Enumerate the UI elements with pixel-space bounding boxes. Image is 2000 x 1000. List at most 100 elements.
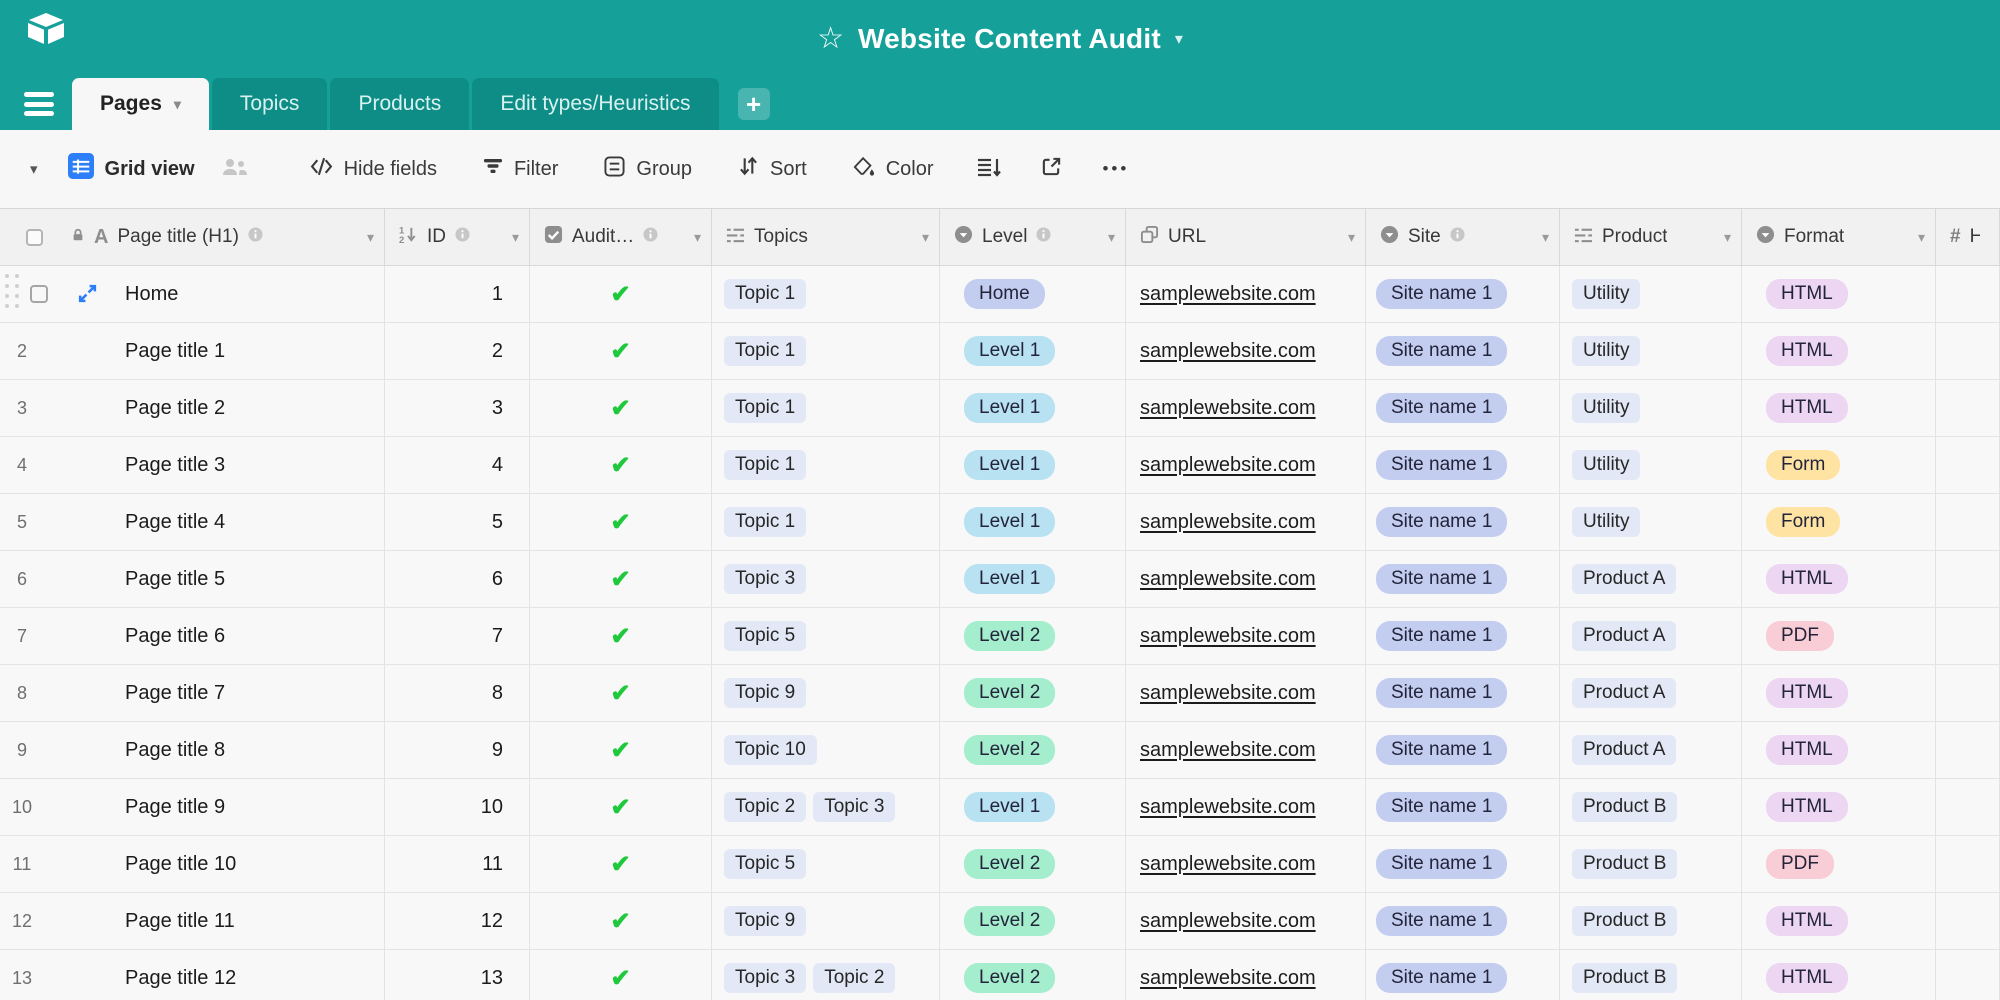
cell-topics[interactable]: Topic 9 [712,665,940,721]
cell-site[interactable]: Site name 1 [1366,323,1560,379]
cell-format[interactable]: HTML [1742,893,1936,949]
base-title[interactable]: Website Content Audit [858,23,1161,55]
cell-h[interactable] [1936,722,2000,778]
cell-audit[interactable]: ✔ [530,380,712,436]
cell-h[interactable] [1936,950,2000,1000]
cell-id[interactable]: 13 [385,950,530,1000]
cell-id[interactable]: 6 [385,551,530,607]
url-link[interactable]: samplewebsite.com [1140,853,1316,876]
cell-url[interactable]: samplewebsite.com [1126,779,1366,835]
cell-format[interactable]: HTML [1742,722,1936,778]
cell-title[interactable]: Page title 1 [57,323,385,379]
cell-id[interactable]: 11 [385,836,530,892]
cell-h[interactable] [1936,665,2000,721]
cell-title[interactable]: Page title 6 [57,608,385,664]
column-menu-caret-icon[interactable]: ▾ [1724,229,1731,246]
cell-h[interactable] [1936,779,2000,835]
cell-audit[interactable]: ✔ [530,665,712,721]
cell-level[interactable]: Level 1 [940,551,1126,607]
cell-title[interactable]: Page title 12 [57,950,385,1000]
color-button[interactable]: Color [853,156,933,183]
cell-h[interactable] [1936,323,2000,379]
grid-view-button[interactable]: Grid view [67,153,195,185]
cell-audit[interactable]: ✔ [530,551,712,607]
column-header-topics[interactable]: Topics ▾ [712,209,940,265]
cell-id[interactable]: 10 [385,779,530,835]
cell-level[interactable]: Level 2 [940,608,1126,664]
cell-audit[interactable]: ✔ [530,893,712,949]
cell-site[interactable]: Site name 1 [1366,380,1560,436]
cell-id[interactable]: 7 [385,608,530,664]
cell-product[interactable]: Utility [1560,494,1742,550]
view-sidebar-caret-icon[interactable]: ▾ [30,160,38,178]
cell-level[interactable]: Level 2 [940,665,1126,721]
select-all-checkbox[interactable] [26,228,43,246]
cell-audit[interactable]: ✔ [530,323,712,379]
column-header-title[interactable]: A Page title (H1) ▾ [57,209,385,265]
cell-site[interactable]: Site name 1 [1366,437,1560,493]
url-link[interactable]: samplewebsite.com [1140,340,1316,363]
cell-audit[interactable]: ✔ [530,494,712,550]
cell-site[interactable]: Site name 1 [1366,551,1560,607]
cell-url[interactable]: samplewebsite.com [1126,437,1366,493]
column-header-product[interactable]: Product ▾ [1560,209,1742,265]
base-menu-caret-icon[interactable]: ▾ [1175,29,1183,49]
cell-url[interactable]: samplewebsite.com [1126,722,1366,778]
cell-topics[interactable]: Topic 3 [712,551,940,607]
cell-format[interactable]: Form [1742,494,1936,550]
cell-level[interactable]: Home [940,266,1126,322]
cell-topics[interactable]: Topic 1 [712,437,940,493]
cell-title[interactable]: Page title 11 [57,893,385,949]
cell-product[interactable]: Product B [1560,779,1742,835]
cell-id[interactable]: 12 [385,893,530,949]
cell-audit[interactable]: ✔ [530,266,712,322]
url-link[interactable]: samplewebsite.com [1140,796,1316,819]
cell-title[interactable]: Page title 3 [57,437,385,493]
cell-title[interactable]: Page title 4 [57,494,385,550]
column-menu-caret-icon[interactable]: ▾ [922,229,929,246]
menu-icon[interactable] [24,92,54,116]
cell-product[interactable]: Utility [1560,266,1742,322]
url-link[interactable]: samplewebsite.com [1140,625,1316,648]
cell-h[interactable] [1936,551,2000,607]
column-menu-caret-icon[interactable]: ▾ [1918,229,1925,246]
cell-product[interactable]: Product B [1560,950,1742,1000]
tab-topics[interactable]: Topics [211,78,328,130]
add-table-button[interactable]: + [737,88,770,120]
cell-title[interactable]: Page title 10 [57,836,385,892]
cell-product[interactable]: Utility [1560,380,1742,436]
cell-id[interactable]: 1 [385,266,530,322]
cell-level[interactable]: Level 1 [940,380,1126,436]
cell-audit[interactable]: ✔ [530,950,712,1000]
cell-product[interactable]: Utility [1560,437,1742,493]
cell-url[interactable]: samplewebsite.com [1126,950,1366,1000]
cell-format[interactable]: HTML [1742,266,1936,322]
column-menu-caret-icon[interactable]: ▾ [1542,229,1549,246]
cell-site[interactable]: Site name 1 [1366,950,1560,1000]
hide-fields-button[interactable]: Hide fields [310,156,437,183]
cell-level[interactable]: Level 2 [940,836,1126,892]
cell-product[interactable]: Product A [1560,551,1742,607]
cell-product[interactable]: Product B [1560,836,1742,892]
cell-topics[interactable]: Topic 5 [712,608,940,664]
tab-edit-types-heuristics[interactable]: Edit types/Heuristics [472,78,719,130]
url-link[interactable]: samplewebsite.com [1140,283,1316,306]
cell-audit[interactable]: ✔ [530,608,712,664]
cell-h[interactable] [1936,608,2000,664]
cell-h[interactable] [1936,893,2000,949]
cell-format[interactable]: HTML [1742,665,1936,721]
cell-level[interactable]: Level 2 [940,722,1126,778]
cell-topics[interactable]: Topic 9 [712,893,940,949]
cell-level[interactable]: Level 2 [940,950,1126,1000]
cell-level[interactable]: Level 1 [940,779,1126,835]
cell-audit[interactable]: ✔ [530,779,712,835]
cell-format[interactable]: PDF [1742,608,1936,664]
cell-format[interactable]: HTML [1742,950,1936,1000]
cell-format[interactable]: HTML [1742,779,1936,835]
sort-button[interactable]: Sort [738,156,807,182]
cell-site[interactable]: Site name 1 [1366,494,1560,550]
cell-product[interactable]: Product A [1560,665,1742,721]
cell-url[interactable]: samplewebsite.com [1126,266,1366,322]
cell-url[interactable]: samplewebsite.com [1126,551,1366,607]
cell-format[interactable]: HTML [1742,323,1936,379]
